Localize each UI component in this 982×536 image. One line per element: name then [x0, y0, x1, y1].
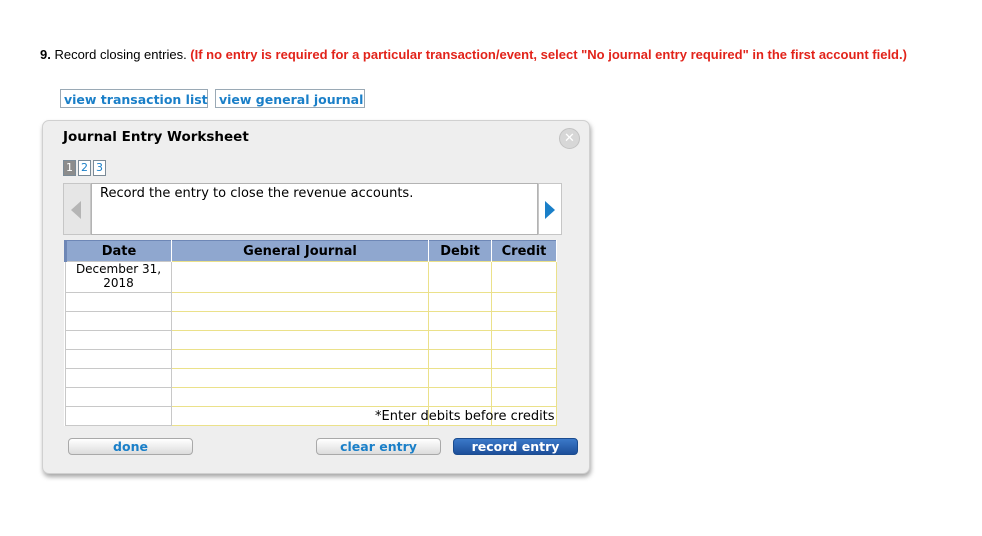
page-tab-2[interactable]: 2 — [78, 160, 91, 176]
account-input[interactable] — [171, 368, 429, 388]
date-cell — [65, 406, 172, 426]
debit-input[interactable] — [428, 368, 492, 388]
previous-arrow-icon[interactable] — [63, 183, 91, 235]
account-input[interactable] — [171, 387, 429, 407]
credit-input[interactable] — [491, 387, 557, 407]
clear-entry-button[interactable]: clear entry — [316, 438, 441, 455]
table-row — [65, 330, 557, 350]
debit-input[interactable] — [428, 311, 492, 331]
account-input[interactable] — [171, 349, 429, 369]
journal-entry-table: Date General Journal Debit Credit Decemb… — [64, 240, 557, 426]
column-header-general-journal: General Journal — [171, 240, 429, 262]
debits-before-credits-note: *Enter debits before credits — [375, 409, 555, 424]
debit-input[interactable] — [428, 349, 492, 369]
table-row — [65, 311, 557, 331]
credit-input[interactable] — [491, 330, 557, 350]
debit-input[interactable] — [428, 261, 492, 293]
date-cell — [65, 349, 172, 369]
table-row — [65, 368, 557, 388]
question-text: 9. Record closing entries. (If no entry … — [40, 47, 907, 62]
view-transaction-list-button[interactable]: view transaction list — [60, 89, 208, 108]
date-cell — [65, 368, 172, 388]
account-input[interactable] — [171, 261, 429, 293]
page-tab-1[interactable]: 1 — [63, 160, 76, 176]
question-prompt: Record closing entries. — [50, 47, 191, 62]
close-icon[interactable]: ✕ — [559, 128, 580, 149]
debit-input[interactable] — [428, 387, 492, 407]
worksheet-title: Journal Entry Worksheet — [63, 129, 249, 145]
credit-input[interactable] — [491, 368, 557, 388]
table-row — [65, 292, 557, 312]
done-button[interactable]: done — [68, 438, 193, 455]
date-cell — [65, 330, 172, 350]
date-cell: December 31, 2018 — [65, 261, 172, 293]
date-cell — [65, 292, 172, 312]
column-header-credit: Credit — [491, 240, 557, 262]
account-input[interactable] — [171, 292, 429, 312]
column-header-date: Date — [64, 240, 172, 262]
account-input[interactable] — [171, 311, 429, 331]
account-input[interactable] — [171, 330, 429, 350]
credit-input[interactable] — [491, 261, 557, 293]
date-cell — [65, 311, 172, 331]
credit-input[interactable] — [491, 349, 557, 369]
debit-input[interactable] — [428, 330, 492, 350]
record-entry-button[interactable]: record entry — [453, 438, 578, 455]
view-general-journal-button[interactable]: view general journal — [215, 89, 365, 108]
debit-input[interactable] — [428, 292, 492, 312]
credit-input[interactable] — [491, 292, 557, 312]
table-row — [65, 387, 557, 407]
question-instruction: (If no entry is required for a particula… — [190, 47, 907, 62]
question-number: 9. — [40, 47, 51, 62]
table-row — [65, 349, 557, 369]
page-tab-3[interactable]: 3 — [93, 160, 106, 176]
date-cell — [65, 387, 172, 407]
credit-input[interactable] — [491, 311, 557, 331]
entry-description: Record the entry to close the revenue ac… — [100, 186, 414, 201]
table-row: December 31, 2018 — [65, 261, 557, 293]
column-header-debit: Debit — [428, 240, 492, 262]
next-arrow-icon[interactable] — [538, 183, 562, 235]
table-header-row: Date General Journal Debit Credit — [64, 240, 557, 262]
